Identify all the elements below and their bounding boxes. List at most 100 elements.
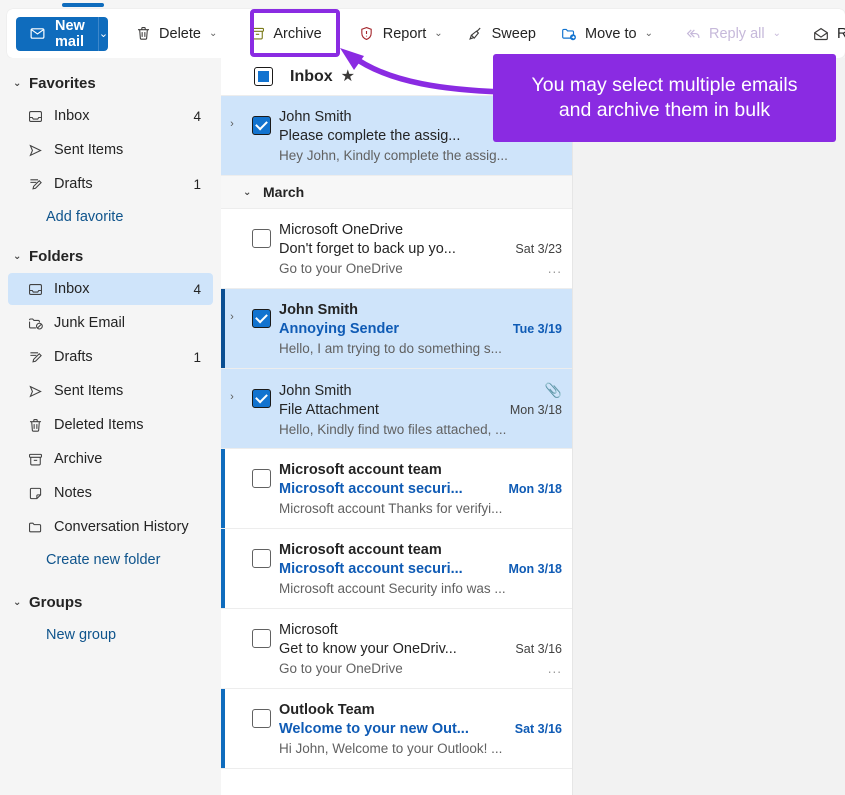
reply-all-button[interactable]: Reply all ⌄ xyxy=(675,17,790,51)
folders-section-header[interactable]: ⌄ Folders xyxy=(0,241,221,271)
message-subject: Microsoft account securi... xyxy=(279,481,463,497)
sidebar-item-drafts[interactable]: Drafts 1 xyxy=(8,341,213,373)
row-checkbox[interactable] xyxy=(251,229,271,248)
conversation-expander[interactable] xyxy=(221,209,243,288)
row-checkbox-wrap xyxy=(243,369,279,448)
message-preview: Go to your OneDrive... xyxy=(279,261,562,276)
message-body: Microsoft Get to know your OneDriv... Sat … xyxy=(279,609,572,688)
row-checkbox[interactable] xyxy=(251,469,271,488)
unread-indicator-bar xyxy=(221,449,225,528)
chevron-down-icon: ⌄ xyxy=(98,28,109,40)
conversation-expander[interactable]: › xyxy=(221,96,243,175)
message-sender: John Smith xyxy=(279,383,352,399)
row-checkbox[interactable] xyxy=(251,309,271,328)
row-checkbox-wrap xyxy=(243,689,279,768)
unread-count: 4 xyxy=(193,108,201,124)
sweep-label: Sweep xyxy=(491,25,536,42)
callout-line-2: and archive them in bulk xyxy=(558,99,771,121)
message-preview: Microsoft account Security info was ... xyxy=(279,581,506,596)
message-preview: Hello, I am trying to do something s... xyxy=(279,341,502,356)
archive-button[interactable]: Archive xyxy=(239,17,330,51)
row-checkbox[interactable] xyxy=(251,116,271,135)
reading-pane xyxy=(573,58,845,795)
sidebar-item-favorites-sent[interactable]: Sent Items xyxy=(8,134,213,166)
sidebar-label: Drafts xyxy=(54,349,93,365)
reply-all-label: Reply all xyxy=(708,25,765,42)
row-checkbox[interactable] xyxy=(251,709,271,728)
sidebar-item-notes[interactable]: Notes xyxy=(8,477,213,509)
message-body: John Smith 📎 File Attachment Mon 3/18 Hello,… xyxy=(279,369,572,448)
sidebar-item-archive[interactable]: Archive xyxy=(8,443,213,475)
message-sender: Microsoft account team xyxy=(279,542,442,558)
message-date: Sat 3/16 xyxy=(515,642,562,656)
add-favorite-link[interactable]: Add favorite xyxy=(0,202,221,232)
report-button[interactable]: Report ⌄ xyxy=(349,17,452,51)
groups-section-header[interactable]: ⌄ Groups xyxy=(0,587,221,617)
move-to-label: Move to xyxy=(584,25,637,42)
conversation-expander[interactable]: › xyxy=(221,369,243,448)
move-to-button[interactable]: Move to ⌄ xyxy=(551,17,662,51)
row-checkbox-wrap xyxy=(243,609,279,688)
sidebar-label: Drafts xyxy=(54,176,93,192)
sidebar-item-favorites-drafts[interactable]: Drafts 1 xyxy=(8,168,213,200)
table-row[interactable]: Microsoft account team Microsoft account … xyxy=(221,449,572,529)
attachment-icon: 📎 xyxy=(544,382,562,398)
message-body: Outlook Team Welcome to your new Out... Sa… xyxy=(279,689,572,768)
message-body: Microsoft account team Microsoft account … xyxy=(279,449,572,528)
favorites-title: Favorites xyxy=(29,74,96,92)
sidebar-item-junk-email[interactable]: Junk Email xyxy=(8,307,213,339)
row-checkbox[interactable] xyxy=(251,549,271,568)
command-toolbar: New mail ⌄ Delete ⌄ Archive Report ⌄ Swe… xyxy=(7,9,845,58)
message-date: Mon 3/18 xyxy=(508,482,563,496)
sidebar-item-favorites-inbox[interactable]: Inbox 4 xyxy=(8,100,213,132)
message-rows-bottom: Microsoft OneDrive Don't forget to back u… xyxy=(221,209,572,769)
archive-label: Archive xyxy=(273,25,322,42)
favorites-section-header[interactable]: ⌄ Favorites xyxy=(0,68,221,98)
conversation-expander[interactable] xyxy=(221,609,243,688)
favorite-star-icon[interactable]: ★ xyxy=(341,68,355,85)
sidebar-item-conversation-history[interactable]: Conversation History xyxy=(8,511,213,543)
message-preview: Microsoft account Thanks for verifyi... xyxy=(279,501,503,516)
new-mail-button[interactable]: New mail xyxy=(16,16,98,51)
trash-icon xyxy=(26,416,44,434)
new-mail-label: New mail xyxy=(55,17,85,50)
row-checkbox-wrap xyxy=(243,96,279,175)
table-row[interactable]: Microsoft Get to know your OneDriv... Sat … xyxy=(221,609,572,689)
inbox-icon xyxy=(26,280,44,298)
message-subject: Please complete the assig... xyxy=(279,128,461,144)
sidebar-item-inbox[interactable]: Inbox 4 xyxy=(8,273,213,305)
message-date: Sat 3/23 xyxy=(515,242,562,256)
table-row[interactable]: Microsoft OneDrive Don't forget to back u… xyxy=(221,209,572,289)
unread-count: 1 xyxy=(193,176,201,192)
trash-icon xyxy=(134,25,152,43)
sidebar-item-sent-items[interactable]: Sent Items xyxy=(8,375,213,407)
unread-indicator-bar xyxy=(221,289,225,368)
row-checkbox[interactable] xyxy=(251,629,271,648)
drafts-icon xyxy=(26,175,44,193)
message-preview: Hi John, Welcome to your Outlook! ... xyxy=(279,741,503,756)
callout-line-1: You may select multiple emails xyxy=(531,73,798,96)
row-checkbox-wrap xyxy=(243,289,279,368)
sidebar-item-deleted-items[interactable]: Deleted Items xyxy=(8,409,213,441)
message-preview: Hey John, Kindly complete the assig... xyxy=(279,148,508,163)
create-new-folder-link[interactable]: Create new folder xyxy=(0,545,221,575)
message-preview: Hello, Kindly find two files attached, .… xyxy=(279,422,507,437)
message-subject: Annoying Sender xyxy=(279,321,400,337)
chevron-down-icon: ⌄ xyxy=(644,28,653,39)
table-row[interactable]: Microsoft account team Microsoft account … xyxy=(221,529,572,609)
table-row[interactable]: Outlook Team Welcome to your new Out... Sa… xyxy=(221,689,572,769)
delete-button[interactable]: Delete ⌄ xyxy=(125,17,226,51)
row-checkbox[interactable] xyxy=(251,389,271,408)
sweep-button[interactable]: Sweep xyxy=(458,17,545,51)
new-group-link[interactable]: New group xyxy=(0,620,221,650)
chevron-down-icon: ⌄ xyxy=(208,28,218,39)
read-unread-button[interactable]: Read / Un xyxy=(803,17,845,51)
date-group-header-march[interactable]: ⌄ March xyxy=(221,176,572,209)
inbox-icon xyxy=(26,107,44,125)
sidebar-label: Inbox xyxy=(54,281,90,297)
table-row[interactable]: › John Smith 📎 File Attachment Mon 3/18 Hello… xyxy=(221,369,572,449)
select-all-checkbox[interactable] xyxy=(254,67,273,86)
table-row[interactable]: › John Smith Annoying Sender Tue 3/19 Hello,… xyxy=(221,289,572,369)
message-sender: Microsoft account team xyxy=(279,462,442,478)
new-mail-dropdown-button[interactable]: ⌄ xyxy=(97,16,109,51)
